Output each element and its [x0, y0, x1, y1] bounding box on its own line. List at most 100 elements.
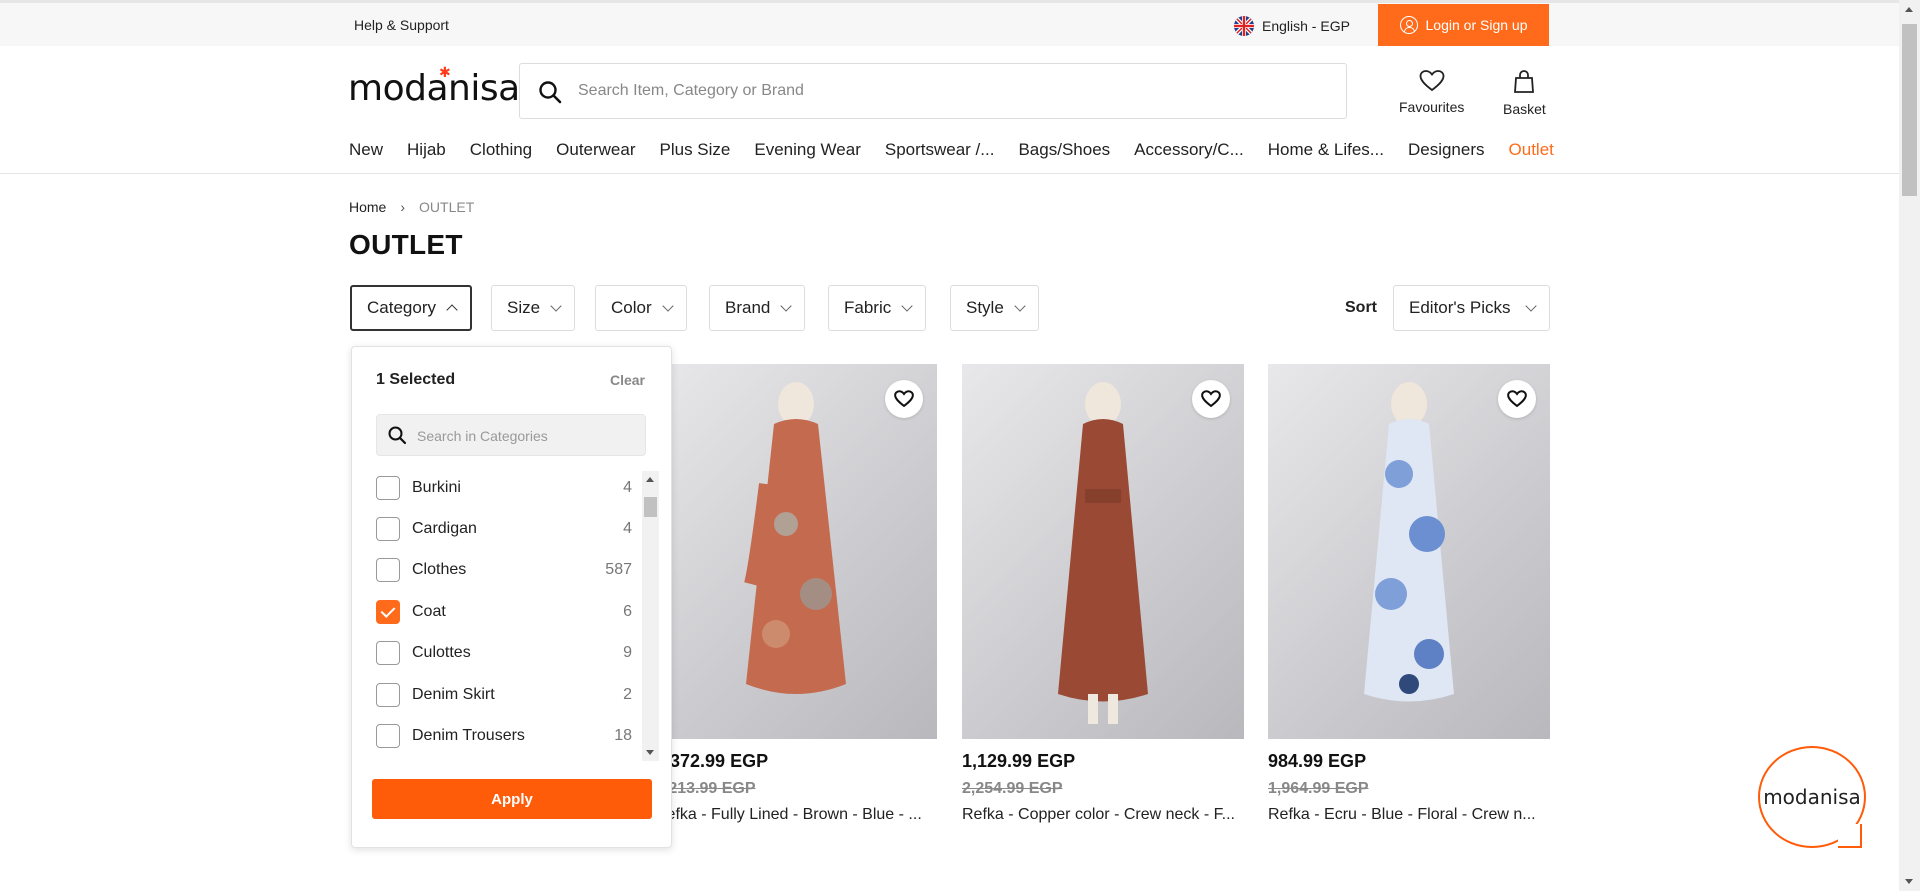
selected-count: 1 Selected	[376, 371, 456, 388]
dress-figure	[744, 382, 846, 694]
scroll-down-arrow-icon[interactable]	[1905, 879, 1913, 884]
product-image[interactable]	[962, 364, 1244, 739]
language-label: English - EGP	[1262, 18, 1350, 34]
nav-item-new[interactable]: New	[349, 140, 383, 160]
help-support-link[interactable]: Help & Support	[354, 17, 449, 33]
checkbox[interactable]	[376, 724, 400, 749]
top-bar: Help & Support English - EGP Login or Si…	[0, 0, 1899, 46]
search-bar[interactable]	[519, 63, 1347, 119]
category-count: 6	[623, 602, 632, 620]
nav-item-sportswear[interactable]: Sportswear /...	[885, 140, 995, 160]
sort-select[interactable]: Editor's Picks	[1393, 285, 1550, 331]
filter-style[interactable]: Style	[950, 285, 1039, 331]
filter-fabric-label: Fabric	[844, 298, 892, 317]
category-item-coat[interactable]: Coat 6	[376, 591, 632, 632]
logo-star-icon: ✱	[439, 64, 451, 80]
login-button[interactable]: Login or Sign up	[1378, 4, 1549, 46]
filter-size[interactable]: Size	[491, 285, 576, 331]
nav-item-outerwear[interactable]: Outerwear	[556, 140, 635, 160]
dress-figure	[1364, 382, 1454, 702]
nav-item-plus-size[interactable]: Plus Size	[660, 140, 731, 160]
category-count: 4	[623, 478, 632, 496]
filter-brand[interactable]: Brand	[709, 285, 806, 331]
category-search[interactable]	[376, 414, 646, 456]
checkbox[interactable]	[376, 682, 400, 707]
product-name[interactable]: Refka - Copper color - Crew neck - F...	[962, 806, 1244, 824]
product-name[interactable]: Refka - Ecru - Blue - Floral - Crew n...	[1268, 806, 1550, 824]
nav-item-bags-shoes[interactable]: Bags/Shoes	[1018, 140, 1110, 160]
product-card[interactable]: 1,129.99 EGP 2,254.99 EGP Refka - Copper…	[962, 364, 1244, 824]
search-input[interactable]	[578, 76, 1318, 106]
category-label: Burkini	[412, 478, 461, 496]
scroll-down-arrow-icon[interactable]	[646, 750, 654, 755]
filter-category[interactable]: Category	[350, 285, 472, 331]
nav-item-clothing[interactable]: Clothing	[470, 140, 532, 160]
product-card[interactable]: 984.99 EGP 1,964.99 EGP Refka - Ecru - B…	[1268, 364, 1550, 824]
page-title: OUTLET	[349, 229, 463, 260]
nav-item-evening-wear[interactable]: Evening Wear	[754, 140, 860, 160]
category-count: 2	[623, 685, 632, 703]
nav-item-designers[interactable]: Designers	[1408, 140, 1485, 160]
checkbox[interactable]	[376, 641, 400, 666]
category-item-culottes[interactable]: Culottes 9	[376, 633, 632, 674]
filter-color[interactable]: Color	[595, 285, 687, 331]
basket-button[interactable]: Basket	[1503, 70, 1546, 117]
filter-fabric[interactable]: Fabric	[828, 285, 927, 331]
checkbox-checked[interactable]	[376, 599, 400, 624]
basket-label: Basket	[1503, 101, 1546, 117]
nav-item-outlet[interactable]: Outlet	[1509, 140, 1554, 160]
category-item-clothes[interactable]: Clothes 587	[376, 550, 632, 591]
category-count: 4	[623, 520, 632, 538]
product-price: 1,129.99 EGP	[962, 751, 1076, 771]
sort-value: Editor's Picks	[1409, 298, 1511, 317]
filter-style-label: Style	[966, 298, 1004, 317]
category-label: Clothes	[412, 561, 467, 579]
category-label: Coat	[412, 602, 446, 620]
scroll-up-arrow-icon[interactable]	[646, 477, 654, 482]
favourite-button[interactable]	[1498, 380, 1536, 418]
breadcrumb-current: OUTLET	[419, 199, 475, 215]
scroll-thumb[interactable]	[644, 497, 657, 517]
checkbox[interactable]	[376, 558, 400, 583]
chat-support-badge[interactable]: modanisa	[1758, 746, 1866, 848]
checkbox[interactable]	[376, 517, 400, 542]
nav-item-hijab[interactable]: Hijab	[407, 140, 446, 160]
language-selector[interactable]: English - EGP	[1234, 16, 1350, 36]
clear-button[interactable]: Clear	[610, 372, 645, 388]
product-name[interactable]: Refka - Fully Lined - Brown - Blue - ...	[655, 806, 937, 824]
favourite-button[interactable]	[885, 380, 923, 418]
filter-category-label: Category	[367, 298, 436, 317]
category-item-burkini[interactable]: Burkini 4	[376, 467, 632, 508]
dropdown-scrollbar[interactable]	[642, 471, 659, 761]
product-image[interactable]	[1268, 364, 1550, 739]
search-icon	[387, 425, 407, 450]
category-search-input[interactable]	[417, 424, 637, 448]
nav-item-home-lifestyle[interactable]: Home & Lifes...	[1268, 140, 1384, 160]
checkbox[interactable]	[376, 475, 400, 500]
category-count: 9	[623, 644, 632, 662]
chevron-down-icon	[661, 300, 674, 312]
heart-icon	[1201, 390, 1221, 408]
favourite-button[interactable]	[1192, 380, 1230, 418]
page-scrollbar[interactable]	[1899, 0, 1920, 891]
favourites-button[interactable]: Favourites	[1399, 70, 1464, 115]
category-item-denim-skirt[interactable]: Denim Skirt 2	[376, 674, 632, 715]
breadcrumb-home[interactable]: Home	[349, 199, 386, 215]
scroll-up-arrow-icon[interactable]	[1905, 7, 1913, 12]
logo[interactable]: modanisa	[348, 68, 520, 109]
filter-size-label: Size	[507, 298, 541, 317]
product-old-price: 2,254.99 EGP	[962, 780, 1063, 797]
product-card[interactable]: 1,372.99 EGP 2,213.99 EGP Refka - Fully …	[655, 364, 937, 824]
nav-item-accessory[interactable]: Accessory/C...	[1134, 140, 1244, 160]
category-item-cardigan[interactable]: Cardigan 4	[376, 508, 632, 549]
filter-brand-label: Brand	[725, 298, 771, 317]
category-item-denim-trousers[interactable]: Denim Trousers 18	[376, 715, 632, 756]
uk-flag-icon	[1234, 16, 1254, 36]
bag-icon	[1513, 70, 1535, 97]
product-image[interactable]	[655, 364, 937, 739]
category-list: Burkini 4 Cardigan 4 Clothes 587 Coat 6 …	[376, 467, 632, 757]
scroll-thumb[interactable]	[1902, 24, 1917, 196]
main-nav: New Hijab Clothing Outerwear Plus Size E…	[349, 140, 1554, 160]
apply-button[interactable]: Apply	[372, 779, 652, 819]
chevron-down-icon	[1014, 300, 1026, 312]
